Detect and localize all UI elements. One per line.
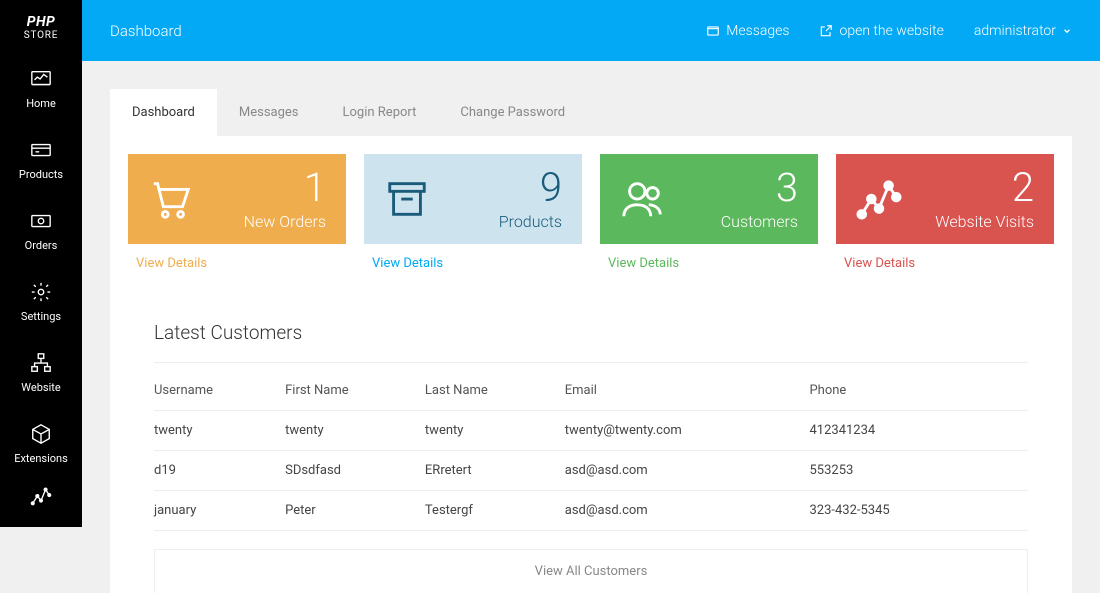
tab-messages[interactable]: Messages bbox=[217, 89, 321, 136]
sidebar-item-settings[interactable]: Settings bbox=[0, 266, 82, 337]
col-firstname: First Name bbox=[285, 363, 425, 411]
tab-panel: 1 New Orders View Details 9 Products View … bbox=[110, 136, 1072, 593]
table-row: twentytwentytwentytwenty@twenty.com41234… bbox=[154, 411, 1028, 451]
sitemap-icon bbox=[29, 352, 53, 374]
topbar-user-menu[interactable]: administrator bbox=[974, 23, 1072, 39]
archive-icon bbox=[384, 176, 430, 222]
card-link[interactable]: View Details bbox=[600, 244, 687, 289]
col-username: Username bbox=[154, 363, 285, 411]
sidebar-item-label: Extensions bbox=[14, 452, 68, 465]
card-label: Website Visits bbox=[902, 212, 1034, 231]
chevron-down-icon bbox=[1062, 26, 1072, 36]
col-phone: Phone bbox=[809, 363, 1028, 411]
card-link[interactable]: View Details bbox=[364, 244, 451, 289]
card-label: Products bbox=[430, 212, 562, 231]
card-number: 3 bbox=[666, 168, 798, 208]
card-number: 2 bbox=[902, 168, 1034, 208]
card-link[interactable]: View Details bbox=[128, 244, 215, 289]
topbar: Dashboard Messages open the website admi… bbox=[82, 0, 1100, 61]
logo-line2: STORE bbox=[0, 30, 82, 41]
table-header-row: Username First Name Last Name Email Phon… bbox=[154, 363, 1028, 411]
card-label: Customers bbox=[666, 212, 798, 231]
topbar-label: open the website bbox=[839, 23, 943, 39]
topbar-open-website[interactable]: open the website bbox=[819, 23, 943, 39]
sidebar-item-label: Products bbox=[19, 168, 63, 181]
latest-customers-section: Latest Customers Username First Name Las… bbox=[128, 299, 1054, 593]
logo-line1: PHP bbox=[0, 14, 82, 30]
card-label: New Orders bbox=[194, 212, 326, 231]
sidebar-item-website[interactable]: Website bbox=[0, 337, 82, 408]
sidebar-item-orders[interactable]: Orders bbox=[0, 195, 82, 266]
card-number: 1 bbox=[194, 168, 326, 208]
message-icon bbox=[706, 24, 720, 38]
topbar-label: Messages bbox=[726, 23, 789, 39]
sidebar: PHP STORE Home Products Orders Settings … bbox=[0, 0, 82, 527]
card-number: 9 bbox=[430, 168, 562, 208]
card-customers: 3 Customers View Details bbox=[600, 154, 818, 289]
card-link[interactable]: View Details bbox=[836, 244, 923, 289]
users-icon bbox=[620, 176, 666, 222]
sidebar-item-home[interactable]: Home bbox=[0, 53, 82, 124]
external-link-icon bbox=[819, 24, 833, 38]
table-row: januaryPeterTestergfasd@asd.com323-432-5… bbox=[154, 491, 1028, 531]
sidebar-item-label: Home bbox=[26, 97, 56, 110]
content: Dashboard Messages Login Report Change P… bbox=[82, 61, 1100, 527]
cart-icon bbox=[148, 176, 194, 222]
topbar-user-label: administrator bbox=[974, 23, 1056, 39]
page-title: Dashboard bbox=[110, 22, 182, 40]
chart-line-icon bbox=[856, 176, 902, 222]
card-new-orders: 1 New Orders View Details bbox=[128, 154, 346, 289]
sidebar-item-products[interactable]: Products bbox=[0, 124, 82, 195]
card-icon bbox=[29, 139, 53, 161]
gear-icon bbox=[29, 281, 53, 303]
sidebar-item-label: Website bbox=[21, 381, 60, 394]
customers-table: Username First Name Last Name Email Phon… bbox=[154, 363, 1028, 531]
table-row: d19SDsdfasdERretertasd@asd.com553253 bbox=[154, 451, 1028, 491]
stat-cards: 1 New Orders View Details 9 Products View … bbox=[128, 154, 1054, 289]
view-all-customers-link[interactable]: View All Customers bbox=[154, 549, 1028, 593]
cube-icon bbox=[29, 423, 53, 445]
sidebar-item-label: Orders bbox=[25, 239, 58, 252]
logo: PHP STORE bbox=[0, 0, 82, 53]
col-lastname: Last Name bbox=[425, 363, 565, 411]
tab-login-report[interactable]: Login Report bbox=[321, 89, 439, 136]
chart-icon bbox=[29, 485, 53, 507]
card-products: 9 Products View Details bbox=[364, 154, 582, 289]
money-icon bbox=[29, 210, 53, 232]
tabs: Dashboard Messages Login Report Change P… bbox=[110, 89, 1072, 136]
section-title: Latest Customers bbox=[154, 321, 1028, 363]
tab-dashboard[interactable]: Dashboard bbox=[110, 89, 217, 136]
sidebar-item-extensions[interactable]: Extensions bbox=[0, 408, 82, 479]
card-website-visits: 2 Website Visits View Details bbox=[836, 154, 1054, 289]
tab-change-password[interactable]: Change Password bbox=[438, 89, 587, 136]
sidebar-item-label: Settings bbox=[21, 310, 61, 323]
sidebar-item-stats[interactable] bbox=[0, 479, 82, 519]
col-email: Email bbox=[565, 363, 810, 411]
analytics-icon bbox=[29, 68, 53, 90]
topbar-messages[interactable]: Messages bbox=[706, 23, 789, 39]
